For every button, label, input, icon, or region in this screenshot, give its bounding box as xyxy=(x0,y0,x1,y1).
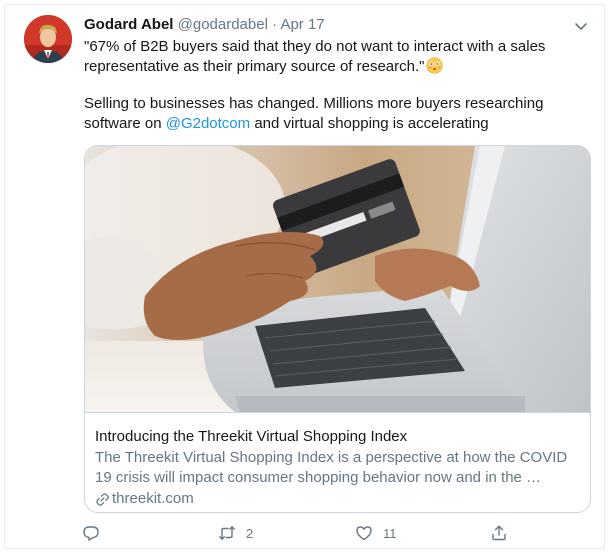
author-handle[interactable]: @godardabel xyxy=(178,16,268,33)
reply-icon xyxy=(83,526,99,541)
share-button[interactable] xyxy=(490,521,508,545)
reply-button[interactable] xyxy=(82,521,110,545)
tweet[interactable]: Godard Abel @godardabel · Apr 17 "67% of… xyxy=(4,4,605,549)
retweet-count: 2 xyxy=(246,525,254,541)
share-icon xyxy=(492,525,506,541)
tweet-header: Godard Abel @godardabel · Apr 17 xyxy=(84,15,325,35)
tweet-text: "67% of B2B buyers said that they do not… xyxy=(84,37,584,133)
card-domain-text[interactable]: threekit.com xyxy=(112,489,194,509)
quote-text: "67% of B2B buyers said that they do not… xyxy=(84,38,546,75)
like-icon xyxy=(356,526,372,541)
avatar-portrait xyxy=(24,15,72,63)
date-separator: · xyxy=(267,16,281,33)
like-count: 11 xyxy=(383,525,397,541)
avatar[interactable] xyxy=(24,15,72,63)
link-preview-card[interactable]: Introducing the Threekit Virtual Shoppin… xyxy=(84,145,591,513)
body-text-segment: and virtual shopping is accelerating xyxy=(250,114,489,132)
chevron-down-icon[interactable] xyxy=(572,17,590,35)
card-domain[interactable]: threekit.com xyxy=(95,489,580,509)
like-button[interactable]: 11 xyxy=(355,521,397,545)
tweet-paragraph-1: "67% of B2B buyers said that they do not… xyxy=(84,37,584,76)
card-meta[interactable]: Introducing the Threekit Virtual Shoppin… xyxy=(85,412,590,512)
card-image[interactable] xyxy=(85,146,590,412)
mention-link[interactable]: @G2dotcom xyxy=(166,115,250,132)
retweet-button[interactable]: 2 xyxy=(218,521,253,545)
tweet-paragraph-2: Selling to businesses has changed. Milli… xyxy=(84,94,584,133)
flushed-face-emoji xyxy=(426,56,444,74)
credit-card-laptop-photo xyxy=(85,146,590,412)
tweet-date[interactable]: Apr 17 xyxy=(280,16,324,33)
tweet-actions: 2 11 xyxy=(82,521,512,545)
author-name[interactable]: Godard Abel xyxy=(84,16,173,33)
link-icon xyxy=(96,492,109,506)
card-title[interactable]: Introducing the Threekit Virtual Shoppin… xyxy=(95,427,580,447)
card-description: The Threekit Virtual Shopping Index is a… xyxy=(95,449,568,486)
retweet-icon xyxy=(219,526,235,540)
